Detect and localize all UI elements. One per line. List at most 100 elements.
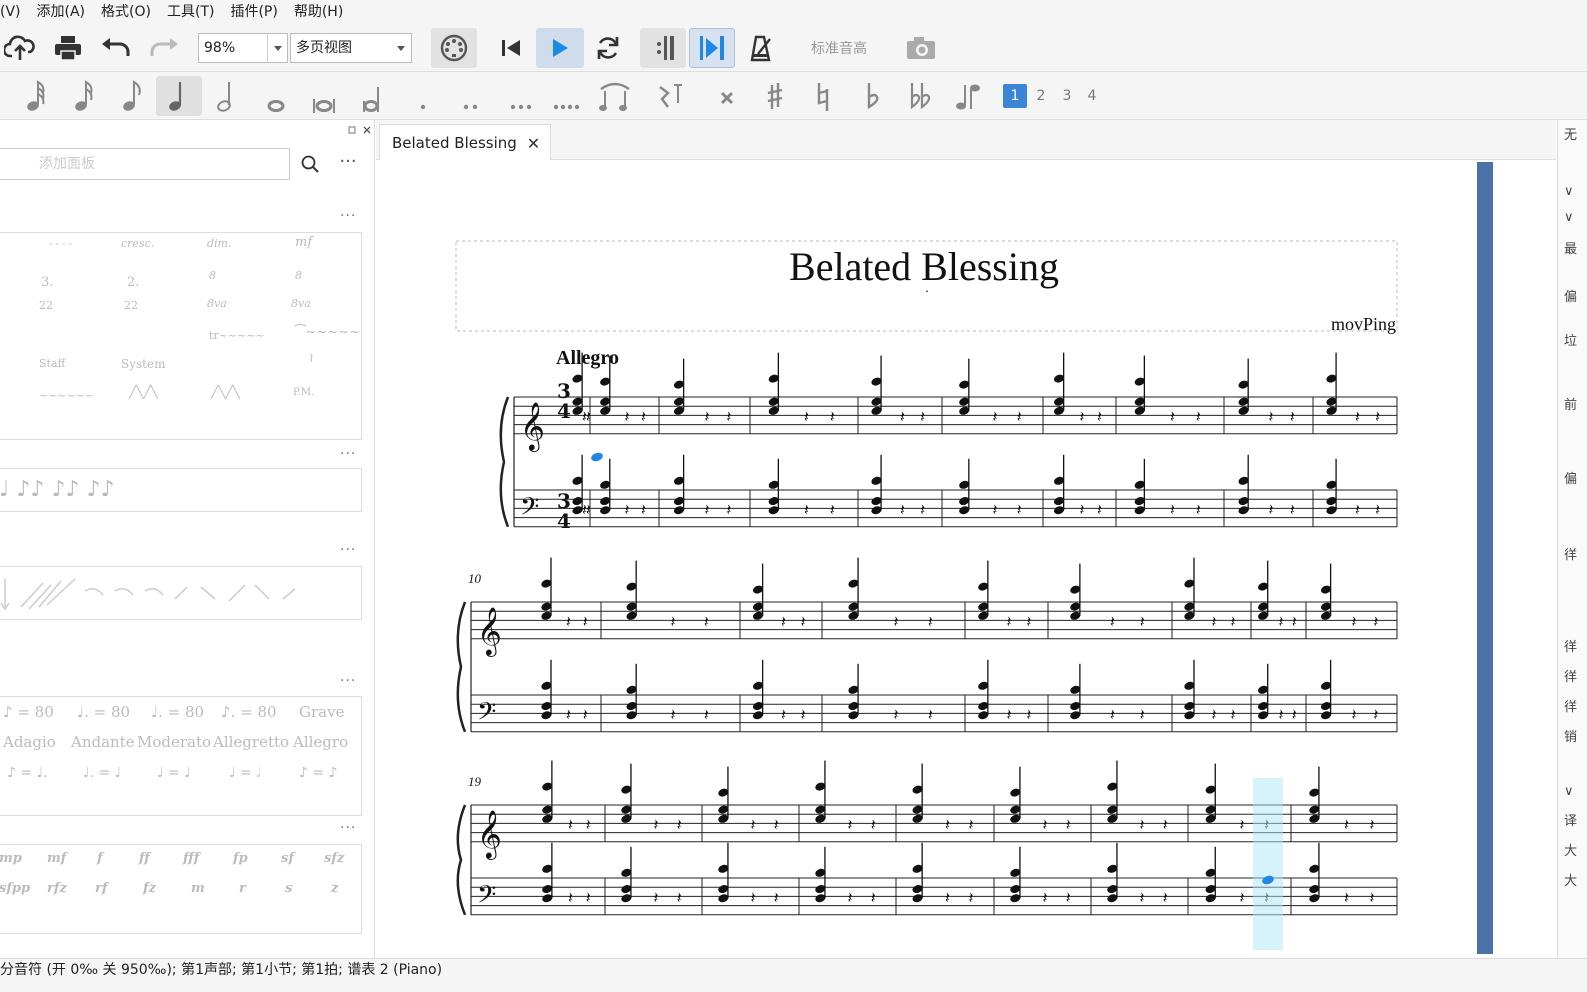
palette-item-22[interactable]: 22 (39, 299, 53, 312)
tempo-grave[interactable]: Grave (299, 703, 344, 721)
duration-whole-button[interactable] (253, 76, 299, 116)
rest-button[interactable] (648, 76, 694, 116)
close-icon[interactable] (363, 126, 371, 134)
score-page[interactable]: Belated Blessing . movPing Allegro 10 19… (376, 160, 1476, 958)
palette-grace-notes-row[interactable]: ♩ ♪♪ ♪♪ ♪♪ (0, 477, 115, 502)
loop-button[interactable] (590, 28, 626, 68)
palette-item-volta-2[interactable]: 2. (127, 275, 139, 290)
print-button[interactable] (50, 28, 86, 68)
metric-mod-1[interactable]: ♪ = ♩. (7, 765, 48, 781)
voice-2-button[interactable]: 2 (1029, 84, 1053, 108)
palette-item-trill-2[interactable]: ⁀~~~~~ (295, 325, 360, 340)
triple-dot-button[interactable] (498, 76, 544, 116)
natural-button[interactable] (800, 76, 846, 116)
voice-1-button[interactable]: 1 (1003, 84, 1027, 108)
augmentation-dot-button[interactable] (400, 76, 446, 116)
palette-item-8va-1[interactable]: 8 (209, 269, 216, 282)
repeat-playback-button[interactable] (640, 28, 686, 68)
dyn-mp[interactable]: mp (0, 851, 22, 866)
duration-longa-button[interactable] (350, 76, 396, 116)
dyn-fz[interactable]: fz (143, 881, 156, 896)
flip-direction-button[interactable] (946, 76, 992, 116)
tempo-dotted-eighth-80[interactable]: ♪. = 80 (221, 703, 277, 721)
duration-quarter-button[interactable] (156, 76, 202, 116)
palette-section-menu[interactable]: ··· (340, 820, 356, 836)
metric-mod-3[interactable]: ♩ = ♩ (157, 765, 191, 781)
palette-item-trill[interactable]: tr~~~~~ (209, 329, 265, 342)
duration-16th-button[interactable] (110, 76, 156, 116)
pan-score-button[interactable] (689, 28, 735, 68)
tempo-dotted-quarter-80[interactable]: ♩. = 80 (77, 703, 130, 721)
palette-section-menu[interactable]: ··· (340, 446, 356, 462)
duration-half-button[interactable] (205, 76, 251, 116)
palette-item-zigzag-1[interactable]: ╱╲╱╲ (129, 385, 158, 399)
close-icon[interactable]: ✕ (527, 134, 540, 153)
tie-button[interactable] (592, 76, 638, 116)
menu-plugins[interactable]: 插件(P) (222, 0, 285, 24)
screenshot-button[interactable] (902, 28, 940, 68)
tempo-moderato[interactable]: Moderato (137, 733, 211, 751)
chevron-down-icon[interactable]: ∨ (1564, 184, 1574, 199)
zoom-combobox[interactable]: 98% (198, 33, 288, 63)
metric-mod-4[interactable]: ♩ = 𝅗𝅥 (229, 765, 261, 781)
dyn-ff[interactable]: ff (139, 851, 150, 866)
palette-item-8va-3[interactable]: 8va (207, 297, 227, 310)
dyn-m[interactable]: m (191, 881, 205, 896)
tempo-allegro[interactable]: Allegro (293, 733, 348, 751)
score-canvas[interactable]: Belated Blessing . movPing Allegro 10 19… (376, 160, 1556, 958)
chevron-down-icon[interactable] (267, 34, 287, 62)
voice-4-button[interactable]: 4 (1080, 84, 1104, 108)
midi-input-button[interactable] (431, 28, 477, 68)
score-composer[interactable]: movPing (1331, 314, 1396, 334)
sharp-button[interactable] (752, 76, 798, 116)
tempo-andante[interactable]: Andante (71, 733, 135, 751)
metronome-button[interactable] (744, 28, 778, 68)
dyn-sfpp[interactable]: sfpp (0, 881, 30, 896)
tempo-eighth-80[interactable]: ♪ = 80 (3, 703, 54, 721)
properties-tab[interactable]: 无 (1564, 124, 1577, 143)
palette-item-palm-mute[interactable]: P.M. (293, 387, 314, 398)
view-mode-combobox[interactable]: 多页视图 (290, 33, 412, 63)
double-flat-button[interactable] (898, 76, 944, 116)
palette-section-menu[interactable]: ··· (340, 208, 356, 224)
glissando-icons[interactable] (0, 569, 359, 619)
palette-more-button[interactable]: ··· (332, 148, 364, 180)
palette-item-arpeggio[interactable]: ≀ (309, 351, 314, 366)
duration-breve-button[interactable] (301, 76, 347, 116)
dyn-sfz[interactable]: sfz (324, 851, 344, 866)
dyn-f[interactable]: f (97, 851, 103, 866)
chevron-down-icon[interactable]: ∨ (1564, 784, 1574, 799)
dyn-rf[interactable]: rf (95, 881, 107, 896)
palette-item-staff-text[interactable]: Staff (39, 357, 65, 370)
dyn-mf[interactable]: mf (47, 851, 66, 866)
rewind-button[interactable] (494, 28, 528, 68)
chevron-down-icon[interactable] (391, 34, 411, 62)
palette-search-input[interactable]: 添加面板 (0, 148, 290, 180)
duration-32nd-button[interactable] (62, 76, 108, 116)
metric-mod-5[interactable]: ♪ = ♪ (299, 765, 338, 781)
voice-3-button[interactable]: 3 (1055, 84, 1079, 108)
palette-section-menu[interactable]: ··· (340, 673, 356, 689)
menu-help[interactable]: 帮助(H) (286, 0, 351, 24)
dyn-r[interactable]: r (239, 881, 246, 896)
score-title[interactable]: Belated Blessing (789, 244, 1059, 289)
duration-64th-button[interactable] (14, 76, 60, 116)
redo-button[interactable] (146, 28, 182, 68)
dyn-z[interactable]: z (331, 881, 338, 896)
palette-item-8va-4[interactable]: 8va (291, 297, 311, 310)
palette-item-system-text[interactable]: System (121, 357, 165, 371)
quadruple-dot-button[interactable] (544, 76, 590, 116)
undo-button[interactable] (98, 28, 134, 68)
palette-search-button[interactable] (294, 148, 326, 180)
tab-belated-blessing[interactable]: Belated Blessing ✕ (379, 124, 551, 161)
double-sharp-button[interactable] (704, 76, 750, 116)
palette-section-menu[interactable]: ··· (340, 542, 356, 558)
dyn-rfz[interactable]: rfz (47, 881, 67, 896)
flat-button[interactable] (850, 76, 896, 116)
palette-item-dim[interactable]: dim. (207, 237, 232, 250)
dyn-sf[interactable]: sf (281, 851, 294, 866)
cloud-upload-button[interactable] (2, 28, 38, 68)
menu-tools[interactable]: 工具(T) (159, 0, 222, 24)
undock-icon[interactable] (348, 126, 356, 134)
concert-pitch-toggle[interactable]: 标准音高 (811, 38, 867, 58)
